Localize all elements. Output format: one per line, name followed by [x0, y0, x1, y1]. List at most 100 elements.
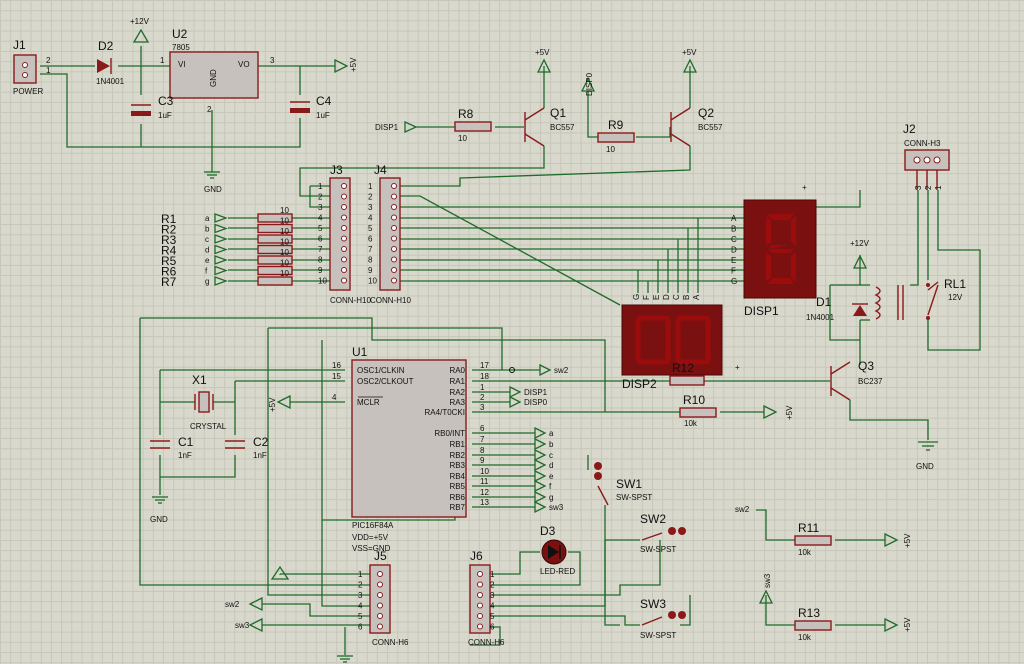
u1-pin-10-num: 10: [480, 467, 489, 476]
d1-value: 1N4001: [806, 313, 835, 322]
u1-net-arrow-6: [534, 437, 547, 451]
d2-diode: D2 1N4001: [96, 39, 125, 86]
schematic-sheet: { "parts": { "J1": {"ref": "J1", "value"…: [0, 0, 1024, 664]
j4-pin-5-label: 5: [368, 224, 373, 233]
r6-value: 10: [280, 259, 289, 268]
sw3-text-r13: sw3: [763, 573, 772, 588]
c1-capacitor: C1 1nF: [150, 435, 194, 460]
sw3-switch: SW3 SW-SPST: [640, 597, 686, 640]
u1-net-arrow-0: [539, 363, 552, 377]
j3-pin-4-label: 4: [318, 214, 323, 223]
gnd-label-u2: GND: [204, 185, 222, 194]
c2-ref: C2: [253, 435, 269, 449]
u1-pin-13-num: 13: [480, 498, 489, 507]
sw1-switch: SW1 SW-SPST: [594, 462, 652, 506]
r3-value: 10: [280, 227, 289, 236]
vcc12-label-2: +12V: [850, 239, 870, 248]
r8-value: 10: [458, 134, 467, 143]
d3-ref: D3: [540, 524, 556, 538]
j4-pin-5-hole: [391, 225, 397, 231]
d3-value: LED-RED: [540, 567, 575, 576]
u1-pin-15-num: 15: [332, 372, 341, 381]
disp0-text: DISP0: [585, 72, 594, 96]
q1-transistor: Q1 BC557: [524, 106, 575, 147]
j1-pin-2: 2: [46, 56, 51, 65]
r11-value: 10k: [798, 548, 812, 557]
j6-ref: J6: [470, 549, 483, 563]
u1-pin-8-num: 8: [480, 446, 485, 455]
sw2-text-j5: sw2: [225, 600, 240, 609]
r8-resistor: R8 10: [454, 107, 492, 143]
j4-pin-9-label: 9: [368, 266, 373, 275]
j4-pin-6-label: 6: [368, 235, 373, 244]
net-b-label: b: [205, 225, 210, 234]
q1-ref: Q1: [550, 106, 566, 120]
gnd-symbol-u2: GND: [204, 171, 222, 194]
gnd-symbol-q3: GND: [916, 441, 938, 471]
q3-value: BC237: [858, 377, 883, 386]
c2-capacitor: C2 1nF: [225, 435, 269, 460]
j2-pin-1: 1: [934, 185, 943, 190]
u2-ref: U2: [172, 27, 188, 41]
j5-header: J5 CONN-H6 1 23 45 6: [358, 549, 409, 647]
r9-resistor: R9 10: [597, 118, 635, 154]
j5-value: CONN-H6: [372, 638, 409, 647]
net-arrow-1: [214, 213, 228, 223]
rl1-value: 12V: [948, 293, 963, 302]
j3-pin-1-label: 1: [318, 182, 323, 191]
j2-pin-3: 3: [914, 185, 923, 190]
net-g-label: g: [205, 277, 209, 286]
u2-gnd: GND: [209, 69, 218, 87]
c2-value: 1nF: [253, 451, 267, 460]
d1-ref: D1: [816, 295, 832, 309]
j6-pin-6-label: 6: [490, 623, 495, 632]
sw3-value: SW-SPST: [640, 631, 676, 640]
r2-value: 10: [280, 217, 289, 226]
j4-pin-6-hole: [391, 235, 397, 242]
q3-transistor: Q3 BC237: [830, 359, 883, 401]
r9-value: 10: [606, 145, 615, 154]
u1-net-arrow-3: [509, 395, 522, 409]
disp1-pin-A: A: [731, 214, 737, 223]
gnd-symbol-xtal: GND: [150, 496, 168, 524]
u1-pin-8-name: RB2: [449, 451, 465, 460]
j3-pin-8-label: 8: [318, 256, 323, 265]
j1-power-connector: J1 POWER 2 1: [13, 38, 51, 96]
vcc5-symbol-r13: +5V: [884, 617, 912, 633]
j4-pin-3-hole: [391, 204, 397, 210]
vcc5-label-u2: +5V: [349, 57, 358, 72]
j5-pin-1-label: 1: [358, 570, 363, 579]
vcc12-symbol-u2: +12V: [130, 17, 150, 43]
sw2-ref: SW2: [640, 512, 666, 526]
j5-pin-5-hole: [377, 613, 383, 619]
net-f-label: f: [205, 267, 208, 276]
u1-pin-4-num: 4: [332, 393, 337, 402]
j4-pin-3-label: 3: [368, 203, 373, 212]
u1-pin-2-name: RA3: [449, 398, 465, 407]
disp1-display: DISP1 +: [743, 183, 817, 318]
u1-pin-3-name: RA4/T0CKI: [425, 408, 465, 417]
d2-ref: D2: [98, 39, 114, 53]
j6-pin-3-hole: [477, 592, 483, 598]
u1-net-e-label: e: [549, 472, 554, 481]
vcc5-label-mclr: +5V: [268, 397, 277, 412]
r1-value: 10: [280, 206, 289, 215]
j4-pin-1-hole: [391, 183, 397, 189]
r13-value: 10k: [798, 633, 812, 642]
u1-net-b-label: b: [549, 440, 554, 449]
j6-pin-5-label: 5: [490, 612, 495, 621]
r7-value: 10: [280, 269, 289, 278]
j5-pin-2-label: 2: [358, 581, 363, 590]
r7-ref: R7: [161, 275, 177, 289]
u1-pin-18-name: RA1: [449, 377, 465, 386]
u1-net-DISP0-label: DISP0: [524, 398, 548, 407]
sw1-value: SW-SPST: [616, 493, 652, 502]
net-a-label: a: [205, 214, 210, 223]
j4-pin-7-label: 7: [368, 245, 373, 254]
d2-value: 1N4001: [96, 77, 125, 86]
j3-value: CONN-H10: [330, 296, 371, 305]
gnd-label-q3: GND: [916, 462, 934, 471]
j3-pin-6-label: 6: [318, 235, 323, 244]
d1-diode: D1 1N4001: [806, 295, 868, 322]
j5-pin-6-hole: [377, 623, 383, 630]
